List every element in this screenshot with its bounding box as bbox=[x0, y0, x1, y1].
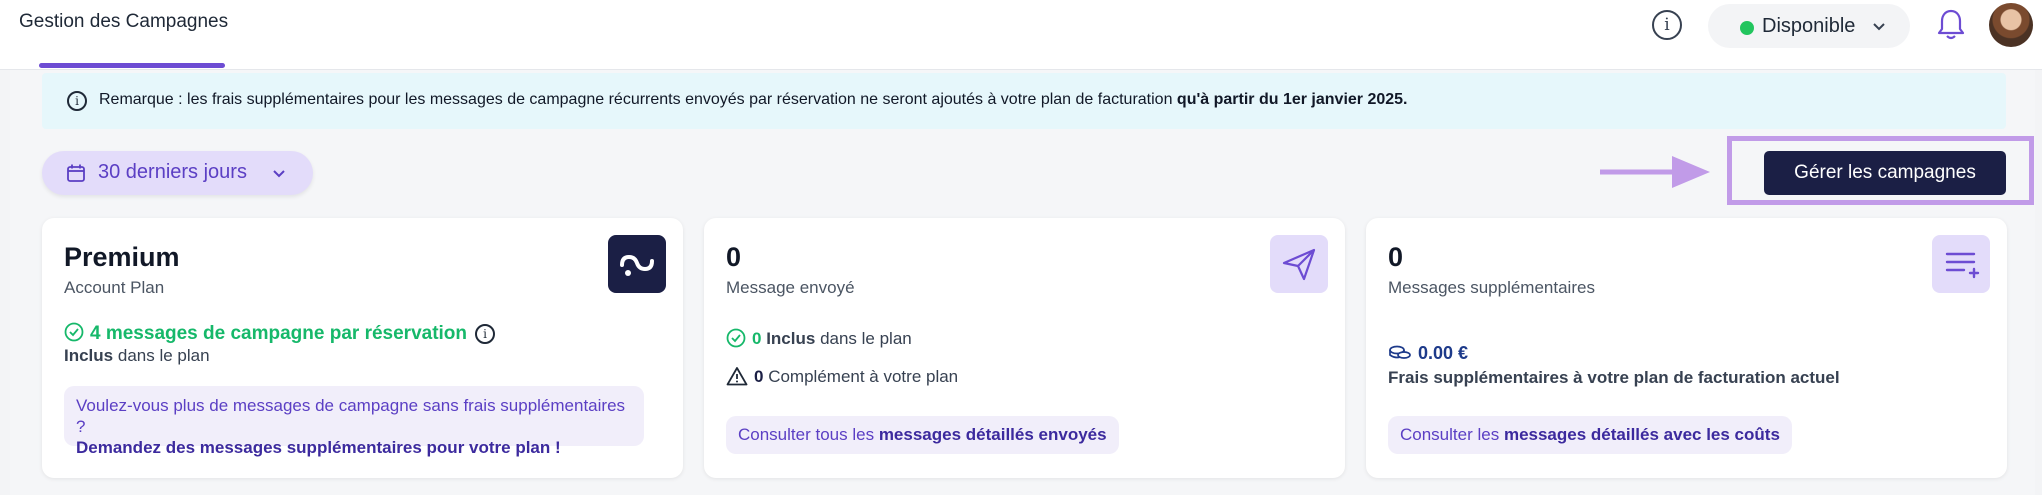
included-line: Inclus dans le plan bbox=[64, 346, 210, 366]
sent-count: 0 bbox=[726, 242, 742, 272]
included-count: 0 bbox=[752, 329, 762, 348]
info-circle-icon[interactable]: i bbox=[1652, 10, 1682, 40]
billing-notice-banner: i Remarque : les frais supplémentaires p… bbox=[42, 73, 2006, 129]
check-circle-icon bbox=[726, 328, 746, 348]
plan-subtitle: Account Plan bbox=[64, 278, 165, 297]
chevron-down-icon bbox=[1873, 23, 1885, 31]
chevron-down-icon bbox=[273, 170, 285, 178]
link-bold: messages détaillés envoyés bbox=[878, 425, 1107, 444]
included-label: Inclus bbox=[64, 346, 114, 365]
link-bold: messages détaillés avec les coûts bbox=[1503, 425, 1780, 444]
notice-text: Remarque : les frais supplémentaires pou… bbox=[99, 91, 1408, 109]
page-title: Gestion des Campagnes bbox=[19, 11, 229, 32]
plan-card: Premium Account Plan 4 messages de campa… bbox=[42, 218, 683, 478]
upsell-link[interactable]: Demandez des messages supplémentaires po… bbox=[76, 438, 561, 457]
link-prefix: Consulter tous les bbox=[738, 425, 875, 444]
included-stat: 0 Inclus dans le plan bbox=[726, 328, 912, 349]
list-add-icon bbox=[1932, 235, 1990, 293]
brand-logo-icon bbox=[608, 235, 666, 293]
active-tab-indicator bbox=[39, 63, 225, 68]
info-circle-icon[interactable]: i bbox=[475, 324, 496, 344]
extra-count: 0 bbox=[1388, 242, 1404, 272]
extra-details-link[interactable]: Consulter les messages détaillés avec le… bbox=[1388, 416, 1792, 454]
availability-status-dropdown[interactable]: Disponible bbox=[1708, 4, 1910, 48]
feature-text: 4 messages de campagne par réservation bbox=[90, 323, 468, 344]
date-range-dropdown[interactable]: 30 derniers jours bbox=[42, 151, 313, 195]
avatar[interactable] bbox=[1989, 3, 2033, 47]
extra-label: Messages supplémentaires bbox=[1388, 278, 1595, 297]
send-icon bbox=[1270, 235, 1328, 293]
included-rest: dans le plan bbox=[117, 346, 210, 365]
sent-details-link[interactable]: Consulter tous les messages détaillés en… bbox=[726, 416, 1119, 454]
amount-value: 0.00 € bbox=[1418, 343, 1469, 363]
coins-icon bbox=[1389, 345, 1411, 359]
status-dot-icon bbox=[1740, 21, 1754, 35]
plan-feature: 4 messages de campagne par réservation i bbox=[64, 322, 496, 345]
notice-message: Remarque : les frais supplémentaires pou… bbox=[99, 91, 1173, 108]
calendar-icon bbox=[67, 164, 85, 182]
warning-triangle-icon bbox=[726, 367, 748, 386]
info-circle-icon: i bbox=[67, 91, 87, 111]
sent-label: Message envoyé bbox=[726, 278, 855, 297]
top-bar: Gestion des Campagnes i Disponible bbox=[0, 0, 2042, 70]
extra-messages-card: 0 Messages supplémentaires 0.00 € Frais … bbox=[1366, 218, 2007, 478]
status-label: Disponible bbox=[1762, 15, 1856, 37]
link-prefix: Consulter les bbox=[1400, 425, 1500, 444]
messages-sent-card: 0 Message envoyé 0 Inclus dans le plan 0… bbox=[704, 218, 1345, 478]
included-rest: dans le plan bbox=[820, 329, 912, 348]
complement-label: Complément à votre plan bbox=[768, 367, 959, 386]
bell-icon[interactable] bbox=[1935, 8, 1967, 42]
notice-date: qu'à partir du 1er janvier 2025. bbox=[1176, 91, 1408, 108]
included-label: Inclus bbox=[766, 329, 816, 348]
manage-campaigns-button[interactable]: Gérer les campagnes bbox=[1764, 151, 2006, 195]
arrow-right-icon bbox=[1600, 156, 1710, 188]
date-range-label: 30 derniers jours bbox=[98, 161, 247, 183]
extra-amount: 0.00 € bbox=[1388, 343, 1468, 364]
upsell-box[interactable]: Voulez-vous plus de messages de campagne… bbox=[64, 386, 644, 457]
amount-description: Frais supplémentaires à votre plan de fa… bbox=[1388, 368, 1840, 387]
plan-name: Premium bbox=[64, 242, 180, 272]
upsell-text: Voulez-vous plus de messages de campagne… bbox=[76, 396, 626, 436]
check-circle-icon bbox=[64, 322, 84, 342]
complement-count: 0 bbox=[754, 367, 764, 386]
complement-stat: 0 Complément à votre plan bbox=[726, 366, 958, 387]
